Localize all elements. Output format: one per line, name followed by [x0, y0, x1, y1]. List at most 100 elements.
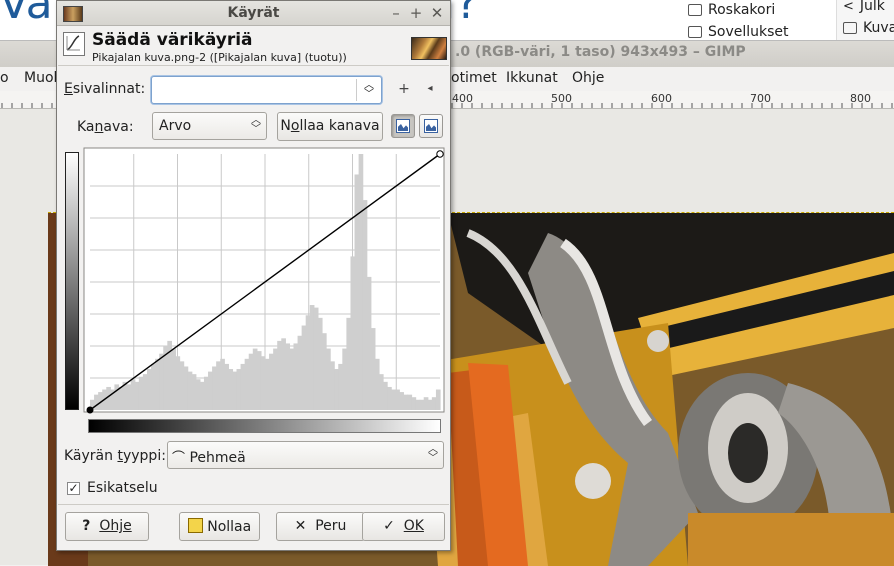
sidebar-item-label: Roskakori	[708, 2, 776, 18]
ruler-label: 700	[750, 92, 771, 105]
sidebar-item-camera[interactable]: Kuva	[843, 20, 894, 36]
histogram-bar	[407, 394, 413, 410]
histogram-bar	[273, 348, 278, 410]
sidebar-item-share[interactable]: < Julk	[843, 0, 885, 14]
histogram-bar	[309, 305, 315, 410]
menu-item-tyokalut[interactable]: otimet	[451, 70, 497, 86]
histogram-bar	[260, 356, 266, 410]
histogram-bar	[126, 384, 132, 410]
histogram-bar	[289, 348, 295, 410]
reset-icon	[187, 518, 203, 533]
sidebar-item-trash[interactable]: Roskakori	[688, 2, 775, 18]
histogram-bar	[423, 397, 429, 410]
histogram-bar	[350, 256, 356, 410]
curve-type-combo[interactable]: ⌒ Pehmeä ︿ ﹀	[167, 441, 444, 469]
gimp-window-title: .0 (RGB-väri, 1 taso) 943x493 – GIMP	[455, 44, 746, 60]
histogram-bar	[391, 389, 396, 410]
histogram-bar	[171, 348, 177, 410]
histogram-bar	[403, 394, 409, 410]
histogram-bar	[138, 376, 144, 410]
histogram-bar	[179, 361, 185, 410]
histogram-bar	[228, 369, 234, 410]
histogram-bar	[151, 363, 156, 410]
histogram-bar	[326, 348, 331, 410]
histogram-bar	[118, 386, 124, 410]
histogram-bar	[269, 353, 274, 410]
histogram-bar	[208, 371, 213, 410]
menu-item-ohje[interactable]: Ohje	[572, 70, 604, 86]
histogram-bar	[419, 399, 425, 410]
help-button[interactable]: ? Ohje	[65, 512, 149, 541]
sidebar-item-apps[interactable]: Sovellukset	[688, 24, 789, 40]
histogram-bar	[240, 363, 246, 410]
preview-label[interactable]: Esikatselu	[87, 480, 158, 496]
ruler-label: 800	[850, 92, 871, 105]
reset-button[interactable]: Nollaa	[179, 512, 260, 541]
histogram-bar	[305, 315, 311, 410]
histogram-bar	[342, 348, 347, 410]
ruler-label: 500	[551, 92, 572, 105]
curve-editor[interactable]	[57, 1, 450, 421]
curve-type-content: ⌒ Pehmeä	[172, 447, 246, 466]
curve-control-point[interactable]	[86, 406, 94, 414]
histogram-bar	[285, 343, 291, 410]
histogram-bar	[431, 397, 437, 410]
histogram-bar	[338, 363, 343, 410]
histogram-bar	[94, 394, 99, 410]
ruler-label: 600	[651, 92, 672, 105]
histogram-bar	[378, 374, 384, 410]
check-icon: ✓	[68, 481, 79, 495]
histogram-bar	[395, 389, 400, 410]
share-icon: <	[843, 0, 854, 14]
histogram-bar	[354, 174, 360, 410]
ok-button[interactable]: ✓ OK	[362, 512, 445, 541]
histogram-bar	[265, 358, 270, 410]
histogram-bar	[387, 386, 392, 410]
menu-item-cut[interactable]: o	[0, 70, 9, 86]
histogram-bar	[114, 384, 120, 410]
histogram-bar	[330, 361, 335, 410]
curve-control-point[interactable]	[436, 150, 444, 158]
ok-icon: ✓	[383, 518, 395, 534]
histogram-bar	[317, 317, 323, 410]
sidebar-item-label: Sovellukset	[708, 24, 789, 40]
histogram-bar	[220, 358, 225, 410]
histogram-bar	[383, 381, 388, 410]
cancel-button[interactable]: ✕ Peru	[276, 512, 365, 541]
histogram-bar	[236, 369, 242, 410]
cancel-button-label: Peru	[315, 518, 347, 534]
histogram-bar	[183, 366, 189, 410]
histogram-bar	[293, 343, 299, 410]
histogram-bar	[362, 200, 368, 410]
file-sidebar: Roskakori Sovellukset	[682, 0, 834, 40]
histogram-bar	[175, 356, 181, 410]
menu-item-ikkunat[interactable]: Ikkunat	[506, 70, 558, 86]
footer-separator	[58, 504, 449, 505]
histogram-bar	[415, 399, 421, 410]
help-icon: ?	[82, 518, 91, 534]
sidebar-item-label: Julk	[859, 0, 885, 14]
histogram-bar	[142, 374, 148, 410]
histogram-bar	[232, 371, 238, 410]
curves-dialog: Käyrät – + ✕ Säädä värikäyriä Pikajalan …	[56, 0, 451, 551]
sidebar-item-label: Kuva	[863, 20, 894, 36]
histogram-bar	[256, 351, 262, 410]
camera-icon	[843, 22, 857, 34]
histogram-bar	[252, 348, 258, 410]
curve-type-value: Pehmeä	[189, 450, 246, 466]
histogram-bar	[334, 369, 339, 410]
histogram-bar	[281, 338, 286, 410]
histogram-bar	[146, 369, 152, 410]
preview-checkbox[interactable]: ✓	[67, 482, 80, 495]
cancel-icon: ✕	[294, 518, 307, 534]
heading-left-text: Va	[0, 0, 53, 29]
histogram-bar	[203, 376, 209, 410]
histogram-bar	[212, 366, 217, 410]
histogram-bar	[399, 392, 404, 410]
chevron-updown-icon: ︿ ﹀	[428, 444, 438, 464]
histogram-bar	[313, 307, 319, 410]
trash-icon	[688, 4, 702, 16]
histogram-bar	[374, 358, 380, 410]
curve-type-label: Käyrän tyyppi:	[64, 448, 166, 464]
ruler-label: 400	[452, 92, 473, 105]
